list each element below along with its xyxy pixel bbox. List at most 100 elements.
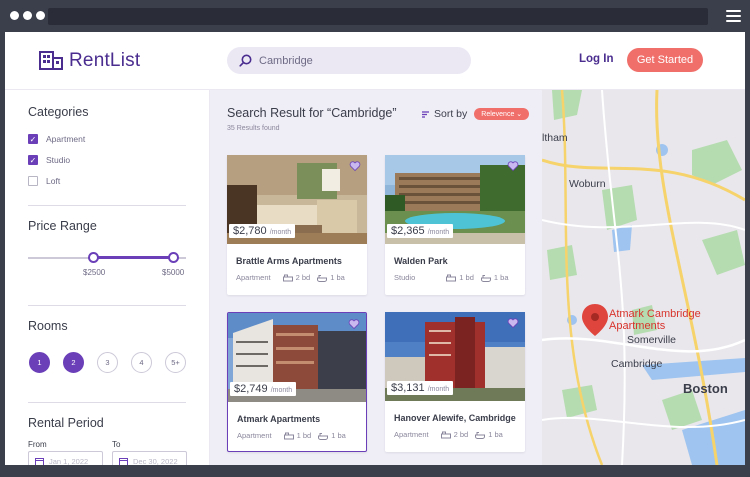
price-period: /month	[427, 229, 450, 236]
listing-beds: 1 bd	[296, 431, 312, 440]
map-view[interactable]: ltham Woburn Somerville Cambridge Boston…	[542, 90, 745, 465]
to-label: To	[112, 440, 121, 449]
price-range-fill	[94, 256, 174, 259]
listing-name[interactable]: Atmark Apartments	[237, 414, 320, 424]
rental-period-title: Rental Period	[28, 416, 104, 430]
listing-type: Apartment	[237, 431, 272, 440]
sort-label: Sort by	[434, 108, 468, 120]
brand-name: RentList	[69, 50, 141, 71]
search-input[interactable]: Cambridge	[227, 47, 471, 74]
pin-label-line: Apartments	[609, 320, 666, 332]
address-bar[interactable]	[48, 8, 708, 25]
room-option-3[interactable]: 3	[97, 352, 118, 373]
from-label: From	[28, 440, 47, 449]
results-title: Search Result for “Cambridge”	[227, 106, 397, 120]
heart-icon[interactable]	[507, 317, 519, 329]
heart-icon[interactable]	[507, 160, 519, 172]
to-date-value: Dec 30, 2022	[133, 456, 178, 466]
checkbox-checked-icon[interactable]: ✓	[28, 155, 38, 165]
room-option-4[interactable]: 4	[131, 352, 152, 373]
to-date-field[interactable]: Dec 30, 2022	[112, 451, 187, 465]
price-min-handle[interactable]	[88, 252, 99, 263]
checkbox-unchecked-icon[interactable]	[28, 176, 38, 186]
from-date-value: Jan 1, 2022	[49, 456, 89, 466]
price-max-handle[interactable]	[168, 252, 179, 263]
listing-price: $2,749 /month	[230, 382, 297, 396]
bed-icon	[446, 274, 457, 281]
listing-meta: Apartment 2 bd 1 ba	[236, 273, 345, 282]
window-controls	[10, 11, 45, 20]
sort-dropdown[interactable]: Relevence ⌄	[474, 108, 530, 120]
sort-icon	[422, 110, 429, 118]
category-checkbox-studio[interactable]: ✓ Studio	[28, 155, 70, 165]
map-label-waltham: ltham	[542, 132, 568, 144]
listing-baths: 1 ba	[493, 273, 509, 282]
category-checkbox-loft[interactable]: Loft	[28, 176, 60, 186]
listing-photo[interactable]: $2,749 /month	[228, 313, 366, 402]
map-background[interactable]	[542, 90, 745, 465]
map-label-woburn: Woburn	[569, 178, 606, 190]
page: RentList Cambridge Log In Get Started Ca…	[5, 32, 745, 465]
listing-photo[interactable]: $2,365 /month	[385, 155, 525, 244]
listing-baths: 1 ba	[330, 273, 345, 282]
listing-photo[interactable]: $2,780 /month	[227, 155, 367, 244]
listing-beds: 2 bd	[295, 273, 311, 282]
login-link[interactable]: Log In	[579, 53, 614, 65]
listing-meta: Apartment 2 bd 1 ba	[394, 430, 503, 439]
room-option-1[interactable]: 1	[29, 352, 50, 373]
room-option-2[interactable]: 2	[63, 352, 84, 373]
listing-card-selected[interactable]: $2,749 /month Atmark Apartments Apartmen…	[227, 312, 367, 452]
results-count: 35 Results found	[227, 125, 280, 132]
listing-beds: 1 bd	[459, 273, 474, 282]
price-amount: $2,780	[233, 225, 267, 237]
listing-price: $3,131 /month	[387, 381, 454, 395]
category-label: Apartment	[46, 134, 86, 144]
listing-photo[interactable]: $3,131 /month	[385, 312, 525, 401]
brand-logo[interactable]: RentList	[39, 50, 140, 72]
window-dot-icon[interactable]	[23, 11, 32, 20]
heart-icon[interactable]	[348, 318, 360, 330]
from-date-field[interactable]: Jan 1, 2022	[28, 451, 103, 465]
listing-type: Apartment	[394, 430, 429, 439]
pin-label-line: Atmark Cambridge	[609, 308, 701, 320]
window-dot-icon[interactable]	[36, 11, 45, 20]
map-label-boston: Boston	[683, 381, 728, 396]
price-amount: $2,365	[391, 225, 425, 237]
window-dot-icon[interactable]	[10, 11, 19, 20]
sort-control[interactable]: Sort by Relevence ⌄	[421, 108, 530, 120]
listing-baths: 1 ba	[331, 431, 346, 440]
calendar-icon	[35, 457, 44, 465]
room-option-5-plus[interactable]: 5+	[165, 352, 186, 373]
listing-type: Apartment	[236, 273, 271, 282]
category-label: Loft	[46, 176, 61, 186]
heart-icon[interactable]	[349, 160, 361, 172]
map-label-somerville: Somerville	[627, 334, 677, 346]
search-icon	[239, 54, 252, 67]
listing-meta: Studio 1 bd 1 ba	[394, 273, 509, 282]
listing-card[interactable]: $2,780 /month Brattle Arms Apartments Ap…	[227, 155, 367, 295]
hamburger-menu-icon[interactable]	[726, 10, 741, 22]
bath-icon	[318, 432, 329, 440]
sort-value: Relevence	[481, 111, 515, 118]
price-amount: $2,749	[234, 383, 268, 395]
price-period: /month	[427, 386, 450, 393]
bath-icon	[475, 431, 486, 439]
category-checkbox-apartment[interactable]: ✓ Apartment	[28, 134, 85, 144]
listing-beds: 2 bd	[453, 430, 469, 439]
listing-name[interactable]: Brattle Arms Apartments	[236, 256, 342, 266]
listing-card[interactable]: $3,131 /month Hanover Alewife, Cambridge…	[385, 312, 525, 452]
checkbox-checked-icon[interactable]: ✓	[28, 134, 38, 144]
building-logo-icon	[39, 51, 63, 70]
listing-name[interactable]: Walden Park	[394, 256, 448, 266]
listing-name[interactable]: Hanover Alewife, Cambridge	[394, 413, 516, 423]
map-pin-label[interactable]: Atmark Cambridge Apartments	[609, 308, 701, 332]
listing-price: $2,780 /month	[229, 224, 296, 238]
bed-icon	[283, 432, 294, 439]
price-min-label: $2500	[83, 268, 106, 277]
listing-card[interactable]: $2,365 /month Walden Park Studio 1 bd 1 …	[385, 155, 525, 295]
get-started-button[interactable]: Get Started	[627, 48, 703, 72]
bath-icon	[480, 274, 491, 282]
price-range-title: Price Range	[28, 219, 97, 233]
filters-sidebar: Categories ✓ Apartment ✓ Studio Loft Pri…	[5, 90, 210, 465]
listing-type: Studio	[394, 273, 416, 282]
